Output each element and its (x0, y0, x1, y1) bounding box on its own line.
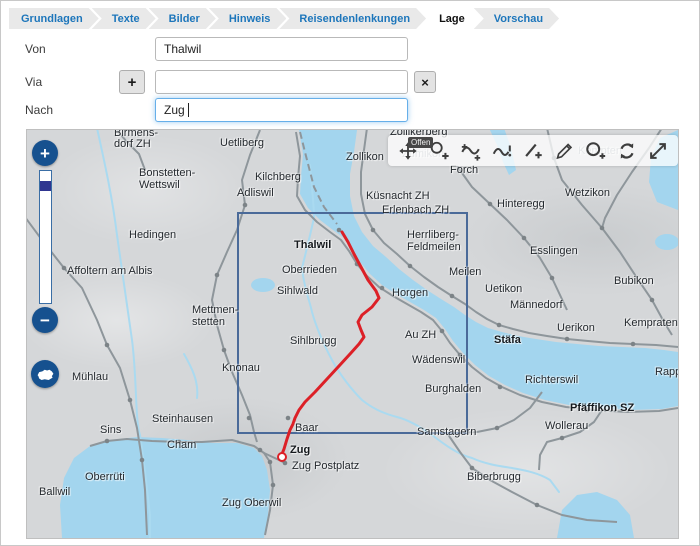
refresh-icon[interactable] (614, 138, 640, 164)
map-canvas[interactable]: Birmens-dorf ZHUetlibergZollikerbergZoll… (26, 129, 679, 539)
pan-icon[interactable] (395, 138, 421, 164)
zoom-slider[interactable] (39, 170, 52, 304)
zoom-slider-handle[interactable] (40, 181, 51, 191)
tab-reisendenlenkungen[interactable]: Reisendenlenkungen (279, 8, 426, 29)
map-graphics (27, 130, 678, 538)
tab-grundlagen[interactable]: Grundlagen (9, 8, 99, 29)
zoom-in-button[interactable]: + (32, 140, 58, 166)
tab-lage[interactable]: Lage (419, 8, 481, 29)
tab-bilder[interactable]: Bilder (149, 8, 216, 29)
remove-via-button[interactable]: × (414, 71, 436, 93)
via-input[interactable] (155, 70, 408, 94)
zoom-to-switzerland-button[interactable] (31, 360, 59, 388)
von-label: Von (25, 42, 46, 56)
tab-texte[interactable]: Texte (92, 8, 156, 29)
von-input[interactable] (155, 37, 408, 61)
edit-pencil-icon[interactable] (551, 138, 577, 164)
text-caret (188, 103, 189, 117)
zoom-out-button[interactable]: − (32, 307, 58, 333)
tab-vorschau[interactable]: Vorschau (474, 8, 559, 29)
wizard-page: GrundlagenTexteBilderHinweisReisendenlen… (0, 0, 700, 546)
add-ellipse-icon[interactable] (583, 138, 609, 164)
switzerland-icon (36, 368, 55, 381)
add-route-icon[interactable] (458, 138, 484, 164)
lake-shapes (60, 130, 678, 538)
map-toolbar (388, 135, 678, 166)
route-end-marker[interactable] (278, 453, 286, 461)
tab-hinweis[interactable]: Hinweis (209, 8, 287, 29)
add-via-button[interactable]: + (119, 70, 145, 94)
breadcrumb-tabs: GrundlagenTexteBilderHinweisReisendenlen… (9, 8, 559, 29)
add-line-icon[interactable] (520, 138, 546, 164)
nach-input[interactable] (155, 98, 408, 122)
via-label: Via (25, 75, 42, 89)
fullscreen-icon[interactable] (645, 138, 671, 164)
route-alert-icon[interactable] (489, 138, 515, 164)
add-point-icon[interactable] (426, 138, 452, 164)
nach-label: Nach (25, 103, 53, 117)
